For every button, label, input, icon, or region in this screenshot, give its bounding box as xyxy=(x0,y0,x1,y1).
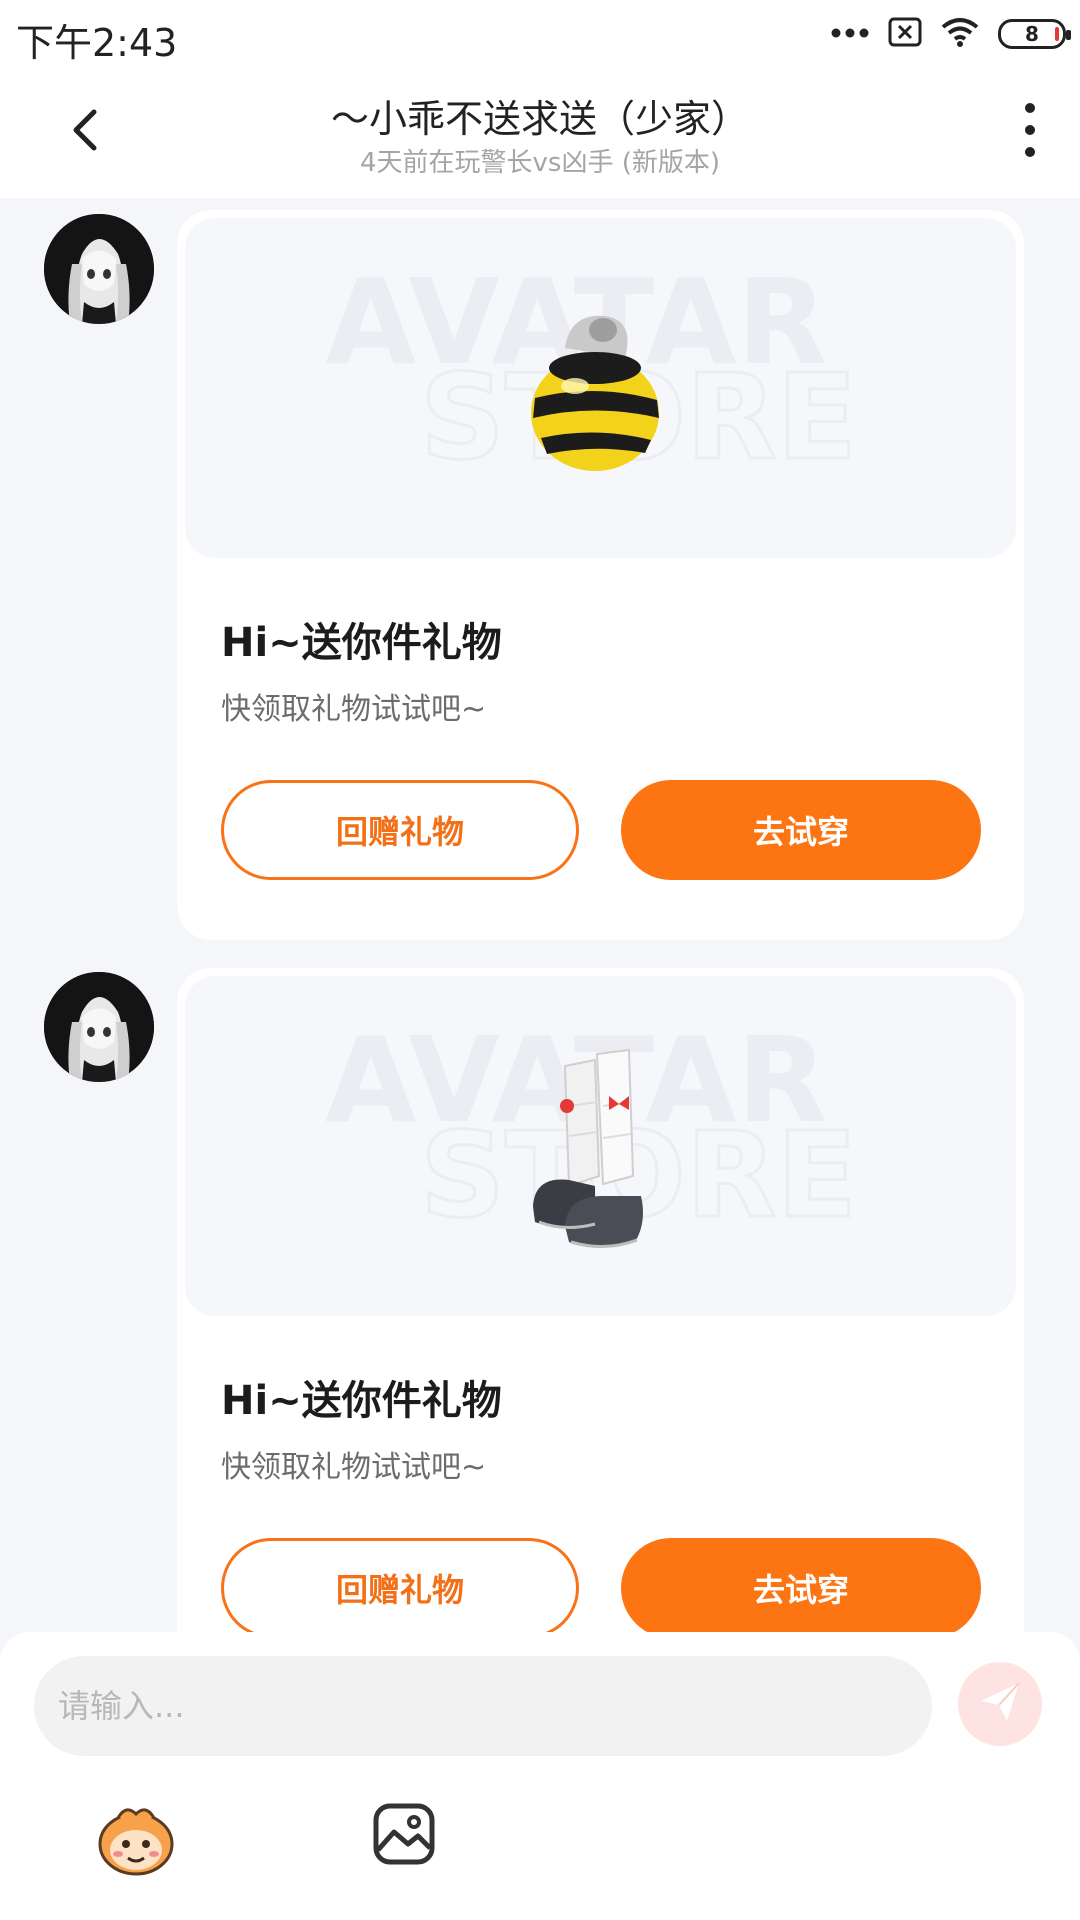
battery-icon: 8 xyxy=(998,19,1071,49)
gift-preview[interactable]: AVATAR STORE xyxy=(185,218,1016,558)
gift-card: AVATAR STORE Hi~送你件礼物 快领取礼物试试吧~ 回赠礼物 去试穿 xyxy=(177,210,1024,940)
page-subtitle: 4天前在玩警长vs凶手 (新版本) xyxy=(359,148,721,178)
battery-low-indicator xyxy=(1055,27,1059,41)
chat-header: ～小乖不送求送（少家） 4天前在玩警长vs凶手 (新版本) xyxy=(0,70,1080,198)
try-on-button[interactable]: 去试穿 xyxy=(621,1538,981,1632)
back-button[interactable] xyxy=(56,100,116,160)
gift-message: AVATAR STORE Hi~送你件礼物 快领取礼物试试吧~ 回赠礼物 去试穿 xyxy=(0,210,1080,940)
paper-plane-icon xyxy=(977,1679,1023,1729)
status-icons: 8 xyxy=(830,14,1071,54)
gift-subtitle: 快领取礼物试试吧~ xyxy=(221,1450,487,1485)
image-icon xyxy=(373,1803,435,1865)
gift-title: Hi~送你件礼物 xyxy=(221,620,502,666)
avatar[interactable] xyxy=(44,972,154,1082)
gift-title: Hi~送你件礼物 xyxy=(221,1378,502,1424)
return-gift-button[interactable]: 回赠礼物 xyxy=(221,1538,579,1632)
gift-card: AVATAR STORE Hi~送你件礼物 快领取礼物试试吧~ 回赠礼物 去试穿 xyxy=(177,968,1024,1632)
gift-subtitle: 快领取礼物试试吧~ xyxy=(221,692,487,727)
page-title: ～小乖不送求送（少家） xyxy=(330,97,749,141)
emoji-button[interactable] xyxy=(96,1804,176,1876)
send-button[interactable] xyxy=(958,1662,1042,1746)
leg-warmers-shoes-item-icon xyxy=(533,1048,643,1249)
message-input[interactable] xyxy=(34,1656,932,1756)
battery-level: 8 xyxy=(1025,22,1039,46)
bee-round-item-icon xyxy=(531,315,659,471)
wifi-icon xyxy=(940,16,980,52)
vertical-dots-icon xyxy=(1010,103,1050,166)
more-dots-icon xyxy=(830,24,870,44)
monkey-face-icon xyxy=(98,1808,174,1876)
status-bar: 下午2:43 8 xyxy=(0,0,1080,70)
sim-error-icon xyxy=(888,17,922,51)
message-input-panel xyxy=(0,1632,1080,1920)
gift-message: AVATAR STORE Hi~送你件礼物 快领取礼物试试吧~ 回赠礼物 去试穿 xyxy=(0,968,1080,1632)
chevron-left-icon xyxy=(56,109,116,164)
gift-preview[interactable]: AVATAR STORE xyxy=(185,976,1016,1316)
avatar[interactable] xyxy=(44,214,154,324)
return-gift-button[interactable]: 回赠礼物 xyxy=(221,780,579,880)
try-on-button[interactable]: 去试穿 xyxy=(621,780,981,880)
image-button[interactable] xyxy=(372,1802,436,1866)
more-options-button[interactable] xyxy=(1010,98,1050,162)
status-time: 下午2:43 xyxy=(16,21,178,65)
